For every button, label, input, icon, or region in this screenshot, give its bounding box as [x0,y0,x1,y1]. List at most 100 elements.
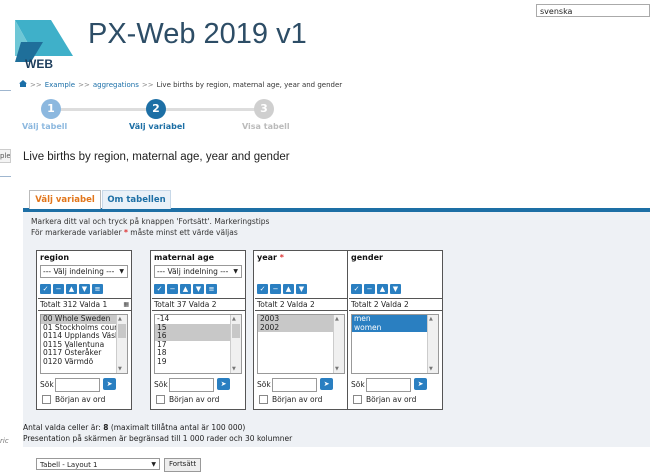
sort-up-icon[interactable]: ▲ [283,284,294,294]
listbox-scrollbar[interactable] [427,315,438,373]
px-web-logo[interactable]: WEB [13,18,73,71]
checkbox-icon[interactable] [156,395,165,404]
listbox-scrollbar[interactable] [116,315,127,373]
chevron-down-icon: ▼ [151,461,156,468]
value-option[interactable]: 18 [155,348,241,358]
cells-count-line: Antal valda celler är: 8 (maximalt tillå… [23,422,292,433]
deselect-all-icon[interactable]: − [167,284,178,294]
left-panel-divider [0,90,11,91]
tab-select-variable[interactable]: Välj variabel [29,190,101,209]
value-option[interactable]: 19 [155,357,241,367]
breadcrumb-link-aggregations[interactable]: aggregations [93,81,139,89]
value-option[interactable]: women [352,323,438,332]
select-all-icon[interactable]: ✓ [351,284,362,294]
left-panel-divider [0,176,11,177]
value-option[interactable]: 2002 [258,323,344,332]
value-listbox[interactable]: men women [351,314,439,374]
deselect-all-icon[interactable]: − [364,284,375,294]
step-3-circle: 3 [254,99,274,119]
step-1-circle[interactable]: 1 [41,99,61,119]
sort-up-icon[interactable]: ▲ [377,284,388,294]
chevron-down-icon: ▼ [119,268,124,275]
selection-total: Totalt 37 Valda 2 [152,298,246,311]
begins-with-checkbox[interactable]: Början av ord [42,395,105,404]
deselect-all-icon[interactable]: − [270,284,281,294]
search-input[interactable] [55,378,100,392]
value-option[interactable]: -14 [155,315,241,324]
listbox-scrollbar[interactable] [333,315,344,373]
breadcrumb-current: Live births by region, maternal age, yea… [156,80,343,89]
search-button[interactable]: ➤ [414,378,427,390]
instructions-text: För markerade variabler [31,228,122,237]
select-all-icon[interactable]: ✓ [154,284,165,294]
checkbox-label: Början av ord [169,395,220,404]
value-option[interactable]: 17 [155,340,241,350]
listbox-scrollbar[interactable] [230,315,241,373]
home-icon[interactable] [19,80,27,89]
breadcrumb-link-example[interactable]: Example [45,81,75,89]
checkbox-icon[interactable] [42,395,51,404]
sort-up-icon[interactable]: ▲ [66,284,77,294]
left-panel-text: ric [0,437,9,445]
value-actions: ✓ − ▲ ▼ ≡ [40,284,103,294]
excel-icon[interactable]: ▦ [123,299,129,310]
select-all-icon[interactable]: ✓ [257,284,268,294]
begins-with-checkbox[interactable]: Början av ord [156,395,219,404]
checkbox-icon[interactable] [353,395,362,404]
search-input[interactable] [272,378,317,392]
select-all-icon[interactable]: ✓ [40,284,51,294]
checkbox-icon[interactable] [259,395,268,404]
value-listbox[interactable]: -14 15 16 17 18 19 [154,314,242,374]
instructions-line-1: Markera ditt val och tryck på knappen 'F… [31,217,270,226]
app-title: PX-Web 2019 v1 [88,18,307,50]
begins-with-checkbox[interactable]: Början av ord [259,395,322,404]
search-input[interactable] [366,378,411,392]
search-input[interactable] [169,378,214,392]
sort-down-icon[interactable]: ▼ [296,284,307,294]
scroll-thumb[interactable] [232,324,240,338]
layout-select-value: Tabell - Layout 1 [40,461,98,469]
instructions-line-2: För markerade variabler * måste minst et… [31,227,269,238]
presentation-limit-text: Presentation på skärmen är begränsad til… [23,434,293,443]
step-1-label[interactable]: Välj tabell [22,122,67,131]
search-label: Sök [257,380,271,389]
sort-down-icon[interactable]: ▼ [193,284,204,294]
value-option[interactable]: 16 [155,331,241,341]
sort-up-icon[interactable]: ▲ [180,284,191,294]
classification-select[interactable]: --- Välj indelning --- ▼ [40,265,128,278]
search-label: Sök [40,380,54,389]
search-button[interactable]: ➤ [217,378,230,390]
variable-box-region: region --- Välj indelning --- ▼ ✓ − ▲ ▼ ≡ Totalt… [36,250,132,410]
classification-select[interactable]: --- Välj indelning --- ▼ [154,265,242,278]
language-select[interactable]: svenska [536,4,650,17]
checkbox-label: Början av ord [272,395,323,404]
continue-button[interactable]: Fortsätt [164,458,202,472]
begins-with-checkbox[interactable]: Början av ord [353,395,416,404]
scroll-thumb[interactable] [118,324,126,338]
selection-summary: Antal valda celler är: 8 (maximalt tillå… [23,422,292,444]
variable-box-maternal-age: maternal age --- Välj indelning --- ▼ ✓ − ▲ ▼ ≡… [150,250,246,410]
selection-total: Totalt 312 Valda 1 ▦ [38,298,132,311]
breadcrumb-separator: >> [78,80,90,89]
instructions-text: måste minst ett värde väljas [130,228,238,237]
value-listbox[interactable]: 00 Whole Sweden 01 Stockholms county 0114 … [40,314,128,374]
breadcrumb: >> Example >> aggregations >> Live birth… [19,80,342,89]
layout-select[interactable]: Tabell - Layout 1 ▼ [36,458,160,470]
sort-down-icon[interactable]: ▼ [390,284,401,294]
search-button[interactable]: ➤ [103,378,116,390]
value-listbox[interactable]: 2003 2002 [257,314,345,374]
left-panel-search-field[interactable]: ple [0,149,11,163]
hierarchy-icon[interactable]: ≡ [206,284,217,294]
value-actions: ✓ − ▲ ▼ [257,284,307,294]
search-button[interactable]: ➤ [320,378,333,390]
value-option[interactable]: 15 [155,323,241,332]
tab-about-table[interactable]: Om tabellen [102,190,171,209]
step-2-label: Välj variabel [129,122,186,131]
hierarchy-icon[interactable]: ≡ [92,284,103,294]
deselect-all-icon[interactable]: − [53,284,64,294]
logo-graphic: WEB [15,20,73,71]
value-option[interactable]: 0120 Värmdö [41,357,127,367]
variable-title: gender [351,253,383,262]
search-label: Sök [351,380,365,389]
sort-down-icon[interactable]: ▼ [79,284,90,294]
